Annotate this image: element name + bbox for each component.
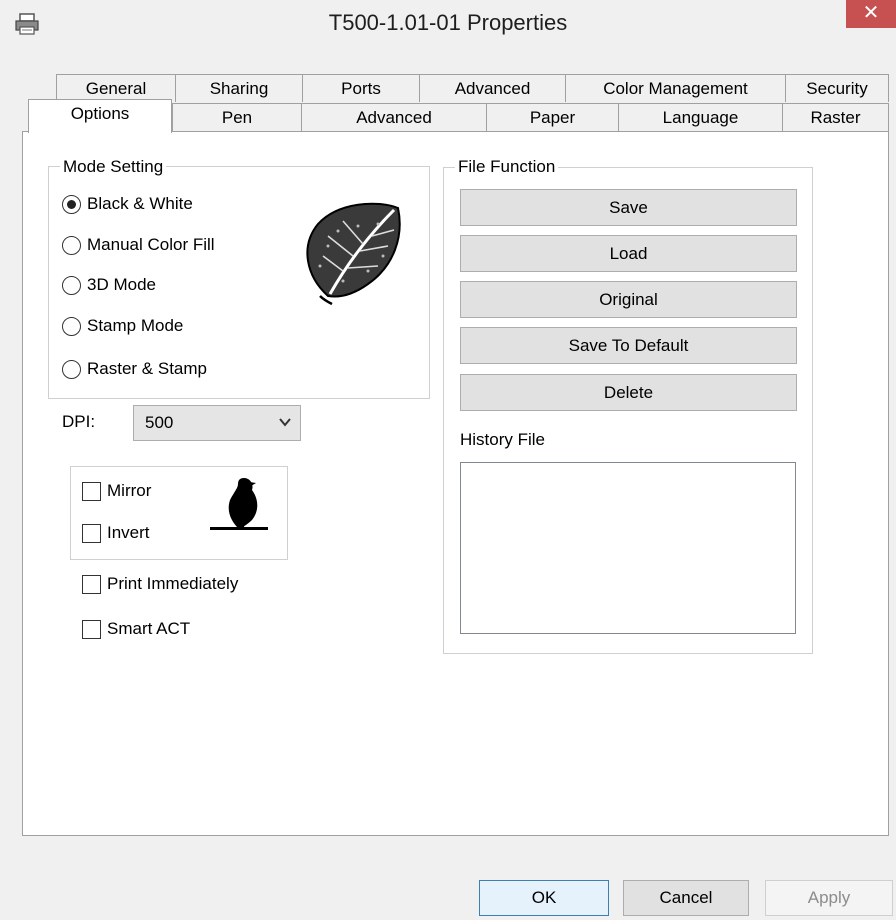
tab-ports[interactable]: Ports (302, 74, 420, 102)
checkbox-label: Mirror (107, 481, 152, 500)
tab-general[interactable]: General (56, 74, 176, 102)
cancel-button[interactable]: Cancel (623, 880, 749, 916)
checkbox-label: Invert (107, 523, 150, 542)
dpi-label: DPI: (62, 412, 96, 431)
radio-stamp-mode[interactable]: Stamp Mode (62, 316, 183, 336)
radio-button[interactable] (62, 359, 81, 379)
tab-color-management[interactable]: Color Management (565, 74, 786, 102)
radio-label: Black & White (87, 194, 193, 213)
checkbox-label: Smart ACT (107, 619, 191, 638)
dpi-value: 500 (145, 413, 174, 432)
load-button[interactable]: Load (460, 235, 797, 272)
radio-raster-stamp[interactable]: Raster & Stamp (62, 359, 207, 379)
checkbox[interactable] (82, 523, 101, 543)
history-file-list[interactable] (460, 462, 796, 634)
history-file-label: History File (460, 430, 546, 449)
original-button[interactable]: Original (460, 281, 797, 318)
tab-row-bottom: Options Pen Advanced Paper Language Rast… (22, 99, 889, 133)
delete-button[interactable]: Delete (460, 374, 797, 411)
radio-label: Stamp Mode (87, 316, 184, 335)
checkbox[interactable] (82, 619, 101, 639)
radio-button[interactable] (62, 316, 81, 336)
radio-button[interactable] (62, 235, 81, 255)
bird-silhouette-icon (210, 478, 268, 530)
title-bar: T500-1.01-01 Properties ✕ (0, 0, 896, 50)
radio-black-white[interactable]: Black & White (62, 194, 193, 214)
radio-button[interactable] (62, 194, 81, 214)
close-button[interactable]: ✕ (846, 0, 896, 28)
tab-advanced[interactable]: Advanced (301, 103, 487, 131)
save-to-default-button[interactable]: Save To Default (460, 327, 797, 364)
chevron-down-icon (279, 418, 291, 427)
dpi-select[interactable]: 500 (133, 405, 301, 441)
tab-advanced-device[interactable]: Advanced (419, 74, 566, 102)
radio-label: 3D Mode (87, 275, 156, 294)
mode-setting-label: Mode Setting (60, 157, 167, 177)
window-title: T500-1.01-01 Properties (328, 10, 568, 35)
tab-row-top: General Sharing Ports Advanced Color Man… (22, 74, 889, 102)
checkbox-mirror[interactable]: Mirror (82, 481, 151, 501)
radio-label: Manual Color Fill (87, 235, 215, 254)
tab-security[interactable]: Security (785, 74, 889, 102)
save-button[interactable]: Save (460, 189, 797, 226)
tab-options[interactable]: Options (28, 99, 172, 133)
checkbox[interactable] (82, 574, 101, 594)
checkbox-smart-act[interactable]: Smart ACT (82, 619, 190, 639)
leaf-icon (306, 202, 401, 306)
tab-pen[interactable]: Pen (172, 103, 302, 131)
file-function-label: File Function (455, 157, 559, 177)
tab-raster[interactable]: Raster (782, 103, 889, 131)
radio-label: Raster & Stamp (87, 359, 207, 378)
tab-sharing[interactable]: Sharing (175, 74, 303, 102)
checkbox-label: Print Immediately (107, 574, 239, 593)
tab-paper[interactable]: Paper (486, 103, 619, 131)
checkbox-print-immediately[interactable]: Print Immediately (82, 574, 238, 594)
apply-button[interactable]: Apply (765, 880, 893, 916)
ok-button[interactable]: OK (479, 880, 609, 916)
radio-manual-color-fill[interactable]: Manual Color Fill (62, 235, 215, 255)
checkbox[interactable] (82, 481, 101, 501)
radio-button[interactable] (62, 275, 81, 295)
radio-3d-mode[interactable]: 3D Mode (62, 275, 156, 295)
tab-language[interactable]: Language (618, 103, 783, 131)
checkbox-invert[interactable]: Invert (82, 523, 150, 543)
